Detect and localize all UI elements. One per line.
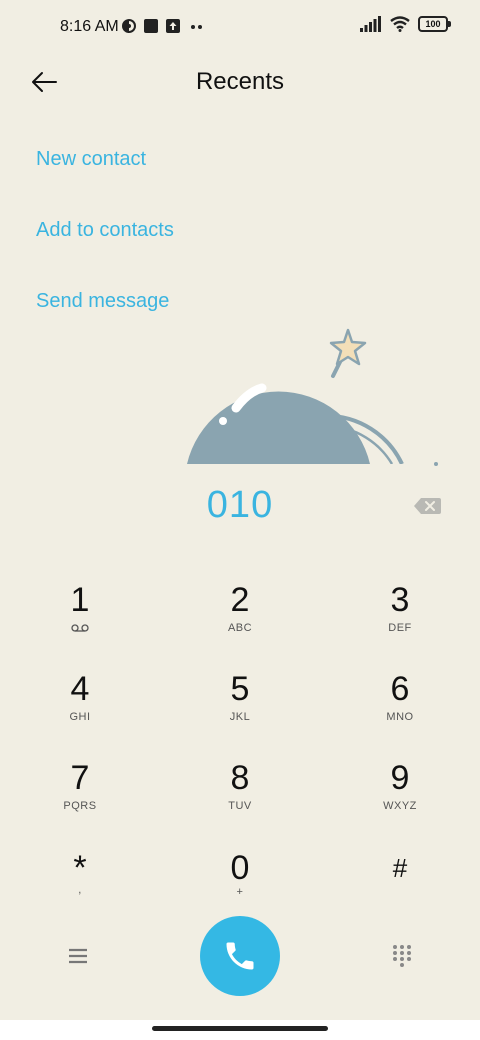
dialed-number: 010 [206, 484, 274, 526]
key-digit: 2 [230, 581, 250, 619]
key-1[interactable]: 1 [20, 580, 140, 658]
signal-icon [360, 16, 381, 32]
add-to-contacts-link[interactable]: Add to contacts [36, 219, 174, 242]
key-0[interactable]: 0 + [180, 848, 300, 926]
home-indicator[interactable] [152, 1026, 328, 1031]
square-notification-icon [144, 19, 158, 33]
key-digit: 7 [70, 759, 90, 797]
phone-icon [226, 942, 254, 970]
key-2[interactable]: 2 ABC [180, 580, 300, 658]
key-letters: ABC [227, 622, 253, 634]
upload-icon [166, 19, 180, 33]
page-title: Recents [195, 68, 285, 95]
status-time: 8:16 AM [60, 18, 119, 35]
key-digit: * [73, 849, 87, 887]
app-indicator-icon [122, 19, 136, 33]
send-message-link[interactable]: Send message [36, 290, 169, 313]
key-letters: TUV [228, 800, 252, 812]
key-digit: 1 [70, 581, 90, 619]
menu-icon[interactable] [64, 942, 92, 970]
key-7[interactable]: 7 PQRS [20, 758, 140, 836]
key-letters: PQRS [63, 800, 97, 812]
planet-illustration [180, 328, 450, 466]
wifi-icon [390, 16, 410, 32]
header: Recents [0, 56, 480, 108]
key-letters: JKL [229, 711, 251, 723]
key-9[interactable]: 9 WXYZ [340, 758, 460, 836]
key-hash[interactable]: # [340, 848, 460, 926]
key-letters: , [78, 884, 82, 896]
new-contact-link[interactable]: New contact [36, 148, 146, 171]
status-bar: 8:16 AM 100 [0, 0, 480, 56]
voicemail-icon [71, 624, 89, 632]
key-letters: MNO [386, 711, 414, 723]
key-letters: GHI [69, 711, 91, 723]
key-4[interactable]: 4 GHI [20, 669, 140, 747]
key-digit: 8 [230, 759, 250, 797]
key-letters: + [236, 886, 244, 898]
dialpad-icon[interactable] [388, 942, 416, 970]
key-star[interactable]: * , [20, 848, 140, 926]
key-digit: 0 [230, 849, 250, 887]
key-digit: 9 [390, 759, 410, 797]
key-5[interactable]: 5 JKL [180, 669, 300, 747]
key-digit: # [392, 853, 408, 883]
key-digit: 5 [230, 670, 250, 708]
key-3[interactable]: 3 DEF [340, 580, 460, 658]
key-digit: 3 [390, 581, 410, 619]
key-digit: 6 [390, 670, 410, 708]
more-dots-icon [191, 25, 202, 29]
key-digit: 4 [70, 670, 90, 708]
call-button[interactable] [200, 916, 280, 996]
key-letters: WXYZ [383, 800, 417, 812]
key-6[interactable]: 6 MNO [340, 669, 460, 747]
key-8[interactable]: 8 TUV [180, 758, 300, 836]
key-letters: DEF [388, 622, 412, 634]
battery-icon: 100 [418, 16, 451, 32]
backspace-icon[interactable] [412, 496, 442, 516]
navigation-bar [0, 1020, 480, 1040]
